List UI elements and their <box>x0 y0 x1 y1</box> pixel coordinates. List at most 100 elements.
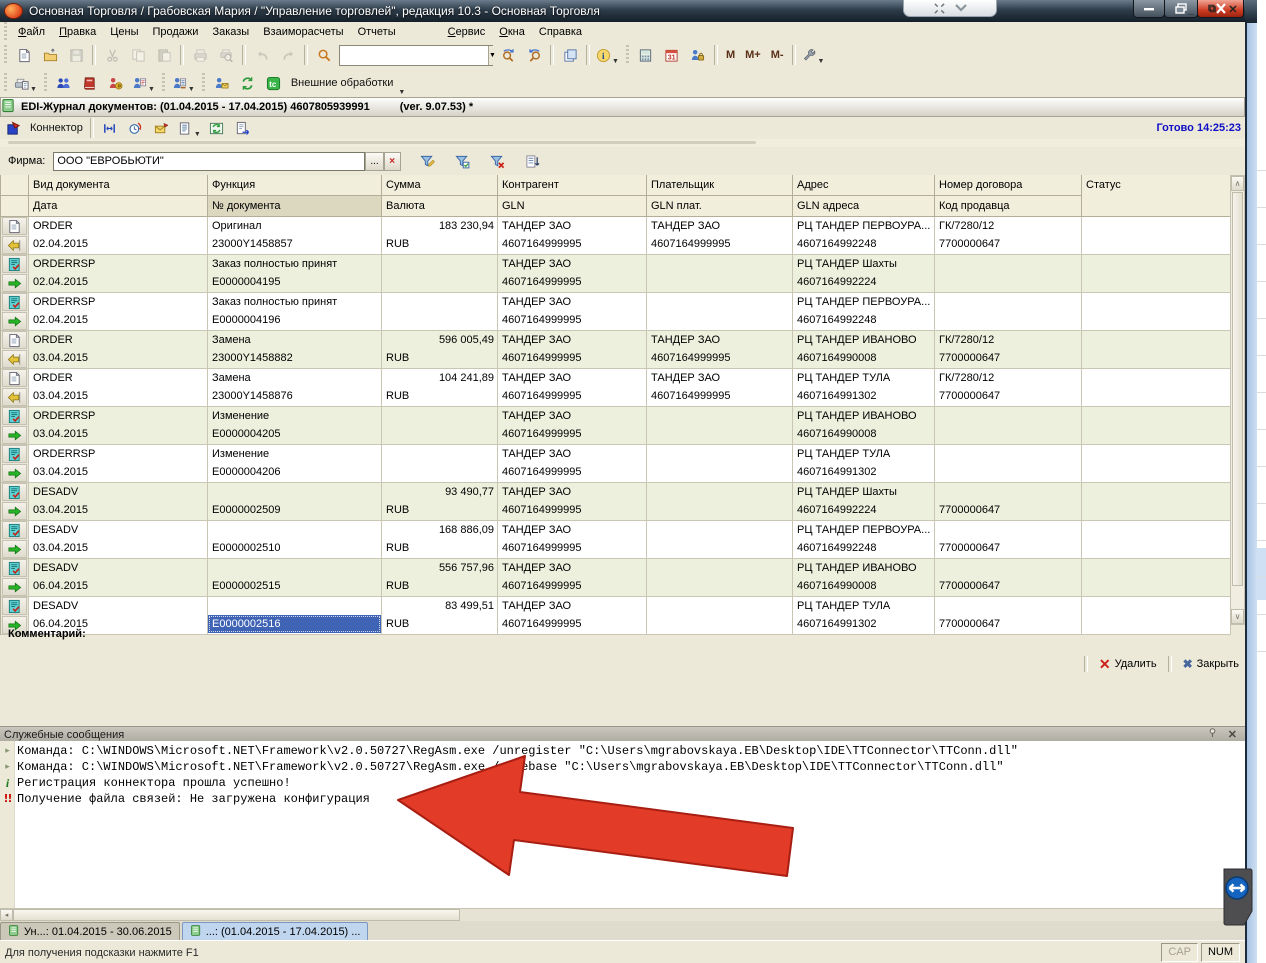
copy-window-icon[interactable] <box>558 42 582 68</box>
output-list-icon[interactable] <box>521 148 545 174</box>
delete-button[interactable]: ✕ Удалить <box>1093 656 1163 672</box>
table-row[interactable]: ORDERRSP02.04.2015Заказ полностью принят… <box>1 255 1231 293</box>
menu-правка[interactable]: Правка <box>52 23 103 41</box>
clear-filter-icon[interactable] <box>486 148 510 174</box>
child-minimize-icon[interactable]: _ <box>1180 0 1202 19</box>
column-header-line2[interactable]: GLN <box>498 196 646 216</box>
document-list-icon[interactable]: ▼ <box>176 115 203 141</box>
find-next-icon[interactable] <box>496 42 520 68</box>
column-header-line2[interactable]: № документа <box>208 196 381 216</box>
print-preview-icon[interactable] <box>214 42 238 68</box>
dropdown-arrow-icon[interactable]: ▼ <box>30 85 37 94</box>
menu-окна[interactable]: Окна <box>492 23 532 41</box>
filter-by-value-icon[interactable] <box>451 148 475 174</box>
table-row[interactable]: ORDER02.04.2015Оригинал23000Y1458857183 … <box>1 217 1231 255</box>
panel-splitter[interactable] <box>0 139 1245 147</box>
menu-справка[interactable]: Справка <box>532 23 589 41</box>
dropdown-arrow-icon[interactable]: ▼ <box>188 85 195 94</box>
column-header-line2[interactable]: Код продавца <box>935 196 1081 216</box>
print-icon[interactable] <box>188 42 212 68</box>
menu-файл[interactable]: Файл <box>11 23 52 41</box>
print-forms-icon[interactable]: ▼ <box>12 70 39 96</box>
scroll-down-icon[interactable]: ∨ <box>1231 609 1244 624</box>
table-row[interactable]: ORDERRSP02.04.2015Заказ полностью принят… <box>1 293 1231 331</box>
user-permissions-icon[interactable] <box>686 42 710 68</box>
counterparties-icon[interactable] <box>52 70 76 96</box>
restore-layout-icon[interactable] <box>934 3 945 14</box>
search-icon[interactable] <box>312 42 336 68</box>
table-scrollbar[interactable]: ∧ ∨ <box>1230 175 1245 625</box>
horizontal-scrollbar[interactable]: ◂ <box>0 908 1245 921</box>
dropdown-arrow-icon[interactable]: ▼ <box>148 85 155 94</box>
teamviewer-panel-icon[interactable] <box>1221 868 1253 929</box>
window-tab-2[interactable]: ...: (01.04.2015 - 17.04.2015) ... <box>182 922 369 940</box>
cut-icon[interactable] <box>100 42 124 68</box>
table-row[interactable]: DESADV03.04.2015E0000002510168 886,09RUB… <box>1 521 1231 559</box>
chevron-down-icon[interactable] <box>955 4 967 12</box>
table-row[interactable]: ORDERRSP03.04.2015ИзменениеE0000004205ТА… <box>1 407 1231 445</box>
calendar-icon[interactable]: 31 <box>660 42 684 68</box>
scroll-up-icon[interactable]: ∧ <box>1231 176 1244 191</box>
dropdown-arrow-icon[interactable]: ▼ <box>398 88 405 97</box>
mutual-settlements-icon[interactable] <box>104 70 128 96</box>
external-processing-icon[interactable]: tc <box>262 70 286 96</box>
quick-search-input[interactable] <box>340 46 488 65</box>
customer-documents-icon[interactable]: ▼ <box>170 70 197 96</box>
open-icon[interactable] <box>38 42 62 68</box>
column-header[interactable]: Функция№ документа <box>208 175 382 217</box>
find-previous-icon[interactable] <box>522 42 546 68</box>
service-settings-icon[interactable]: ▼ <box>800 42 827 68</box>
scrollbar-thumb[interactable] <box>1232 192 1243 586</box>
paste-icon[interactable] <box>152 42 176 68</box>
memory-add-button[interactable]: M+ <box>740 49 766 61</box>
customer-mail-icon[interactable] <box>210 70 234 96</box>
calculator-icon[interactable] <box>634 42 658 68</box>
close-journal-button[interactable]: ✖ Закрыть <box>1177 656 1245 672</box>
send-documents-icon[interactable] <box>150 115 174 141</box>
exchange-icon[interactable] <box>205 115 229 141</box>
child-restore-icon[interactable]: ⧉ <box>1201 0 1223 19</box>
child-close-icon[interactable]: ✕ <box>1222 0 1244 19</box>
directory-icon[interactable] <box>78 70 102 96</box>
column-header[interactable]: КонтрагентGLN <box>498 175 647 217</box>
memory-subtract-button[interactable]: M- <box>766 49 789 61</box>
copy-icon[interactable] <box>126 42 150 68</box>
menu-отчеты[interactable]: Отчеты <box>351 23 403 41</box>
info-icon[interactable]: i▼ <box>594 42 621 68</box>
resize-columns-icon[interactable] <box>98 115 122 141</box>
messages-close-icon[interactable]: ✕ <box>1228 728 1237 741</box>
filter-settings-icon[interactable] <box>416 148 440 174</box>
column-header[interactable]: ПлательщикGLN плат. <box>647 175 793 217</box>
table-row[interactable]: ORDER03.04.2015Замена23000Y1458876104 24… <box>1 369 1231 407</box>
customer-report-icon[interactable]: ▼ <box>130 70 157 96</box>
column-header[interactable]: Номер договораКод продавца <box>935 175 1082 217</box>
memory-recall-button[interactable]: M <box>721 49 740 61</box>
redo-icon[interactable] <box>276 42 300 68</box>
column-header[interactable]: СуммаВалюта <box>382 175 498 217</box>
table-row[interactable]: ORDER03.04.2015Замена23000Y1458882596 00… <box>1 331 1231 369</box>
firm-choose-button[interactable]: ... <box>365 152 383 171</box>
firm-input[interactable] <box>53 152 365 171</box>
firm-clear-button[interactable]: × <box>384 152 401 171</box>
dropdown-arrow-icon[interactable]: ▼ <box>612 57 619 66</box>
column-header[interactable]: Вид документаДата <box>29 175 208 217</box>
search-dropdown-icon[interactable]: ▼ <box>488 46 496 65</box>
save-icon[interactable] <box>64 42 88 68</box>
dropdown-arrow-icon[interactable]: ▼ <box>194 130 201 139</box>
undo-icon[interactable] <box>250 42 274 68</box>
data-search-icon[interactable] <box>236 70 260 96</box>
column-header[interactable]: АдресGLN адреса <box>793 175 935 217</box>
menu-заказы[interactable]: Заказы <box>205 23 256 41</box>
menu-сервис[interactable]: Сервис <box>441 23 493 41</box>
dropdown-arrow-icon[interactable]: ▼ <box>818 57 825 66</box>
window-tab-1[interactable]: Ун...: 01.04.2015 - 30.06.2015 <box>0 922 180 940</box>
scroll-left-icon[interactable]: ◂ <box>0 909 13 921</box>
new-document-icon[interactable] <box>12 42 36 68</box>
column-header-line2[interactable]: Дата <box>29 196 207 216</box>
menu-продажи[interactable]: Продажи <box>145 23 205 41</box>
column-header-line2[interactable]: Валюта <box>382 196 497 216</box>
column-header-line2[interactable]: GLN плат. <box>647 196 792 216</box>
table-row[interactable]: DESADV06.04.2015E000000251683 499,51RUBТ… <box>1 597 1231 635</box>
table-row[interactable]: DESADV03.04.2015E000000250993 490,77RUBТ… <box>1 483 1231 521</box>
menu-цены[interactable]: Цены <box>103 23 145 41</box>
